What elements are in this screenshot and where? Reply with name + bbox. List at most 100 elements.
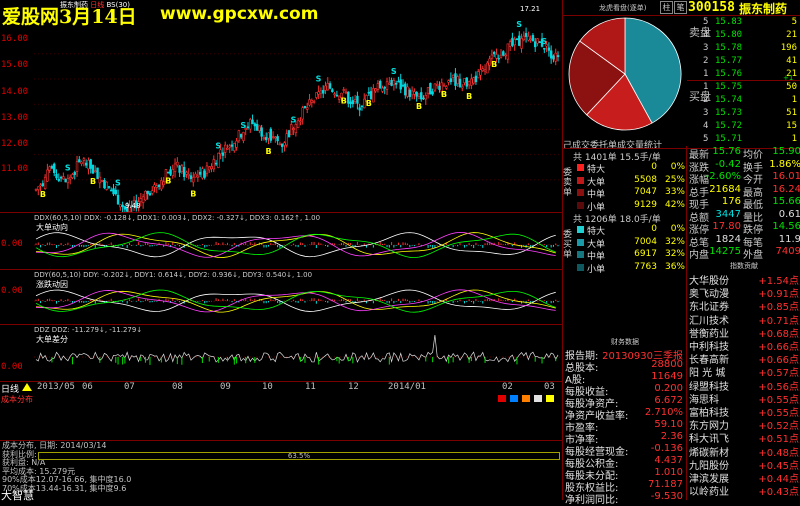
index-row[interactable]: 中利科技+0.66点: [687, 338, 800, 352]
tool-icon[interactable]: [534, 395, 542, 402]
triangle-icon: [22, 383, 32, 391]
tab-cost[interactable]: 成本分布: [1, 394, 33, 405]
candle-body: [377, 84, 379, 90]
tool-icon[interactable]: [546, 395, 554, 402]
index-row[interactable]: 汇川技术+0.71点: [687, 312, 800, 326]
candle-body: [532, 35, 534, 41]
candle-body: [491, 55, 493, 58]
order-row[interactable]: 515.711: [703, 134, 800, 147]
candle-body: [85, 163, 87, 165]
order-row[interactable]: 415.7215: [703, 121, 800, 134]
candlestick-chart[interactable]: BSBSBBBSSBSSBBSBBBBSS: [0, 0, 562, 212]
candle-body: [236, 141, 238, 147]
candle-body: [359, 108, 361, 110]
chart-area[interactable]: 爱股网3月14日 www.gpcxw.com 振东制药 日线 BS(30) BS…: [0, 0, 562, 500]
candle-body: [186, 172, 188, 174]
buy-signal: B: [416, 102, 422, 111]
index-row[interactable]: 东北证券+0.85点: [687, 298, 800, 312]
candle-body: [290, 124, 292, 134]
candle-body: [35, 189, 37, 190]
order-row[interactable]: 315.78196: [703, 43, 800, 56]
candle-body: [286, 134, 288, 145]
index-row[interactable]: 长春高新+0.66点: [687, 351, 800, 365]
profit-percent: 63.5%: [39, 452, 559, 460]
tool-icon[interactable]: [522, 395, 530, 402]
order-row[interactable]: 115.7550: [703, 82, 800, 95]
candle-body: [240, 134, 242, 137]
order-level: 2: [703, 56, 708, 66]
y-tick: 14.00: [1, 87, 28, 97]
stats-pct: 32%: [665, 237, 685, 247]
candle-body: [179, 166, 181, 173]
candle-body: [288, 131, 290, 137]
tool-icon[interactable]: [510, 395, 518, 402]
candle-body: [302, 108, 304, 119]
candle-body: [386, 82, 388, 90]
candle-body: [372, 88, 374, 102]
candle-body: [514, 39, 516, 44]
candle-body: [208, 167, 210, 170]
index-row[interactable]: 大华股份+1.54点: [687, 272, 800, 286]
order-row[interactable]: 215.741: [703, 95, 800, 108]
order-row[interactable]: 515.835: [703, 17, 800, 30]
candle-body: [101, 180, 103, 181]
candle-body: [370, 91, 372, 98]
index-row[interactable]: 津滨发展+0.44点: [687, 470, 800, 484]
tab-stroke[interactable]: 笔: [674, 1, 687, 14]
stats-pct: 42%: [665, 200, 685, 210]
x-tick: 2013/05: [37, 382, 75, 392]
candle-body: [416, 92, 418, 96]
y-tick: 15.00: [1, 60, 28, 70]
index-row[interactable]: 奥飞动漫+0.91点: [687, 285, 800, 299]
index-row[interactable]: 烯碳新材+0.48点: [687, 444, 800, 458]
quote-value: 176: [722, 196, 741, 207]
candle-body: [60, 177, 62, 178]
candle-body: [407, 87, 409, 96]
index-row[interactable]: 以岭药业+0.43点: [687, 483, 800, 497]
tab-bar[interactable]: 柱: [660, 1, 673, 14]
tool-icon[interactable]: [498, 395, 506, 402]
candle-body: [496, 54, 498, 58]
index-row[interactable]: 富柏科技+0.55点: [687, 404, 800, 418]
candle-body: [343, 90, 345, 91]
candle-body: [325, 86, 327, 90]
cost-tab-bar: 成本分布: [0, 394, 562, 404]
candle-body: [320, 91, 322, 93]
order-row[interactable]: 415.8021: [703, 30, 800, 43]
candle-body: [88, 160, 90, 169]
order-row[interactable]: 315.7351: [703, 108, 800, 121]
index-row[interactable]: 科大讯飞+0.51点: [687, 430, 800, 444]
fin-value: 1.010: [654, 467, 683, 478]
tab-dragon-tiger[interactable]: 龙虎看盘(逐单): [599, 3, 646, 13]
candle-body: [331, 90, 333, 92]
candle-body: [293, 129, 295, 130]
x-tick: 03: [544, 382, 555, 392]
index-row[interactable]: 绿盟科技+0.56点: [687, 378, 800, 392]
candle-body: [65, 179, 67, 182]
index-row[interactable]: 誉衡药业+0.68点: [687, 325, 800, 339]
candle-body: [220, 150, 222, 154]
stats-pct: 36%: [665, 262, 685, 272]
ddz-line: [36, 335, 558, 362]
candle-body: [395, 83, 397, 84]
candle-body: [279, 144, 281, 145]
candle-body: [224, 145, 226, 152]
candle-body: [468, 82, 470, 85]
order-row[interactable]: 215.7741: [703, 56, 800, 69]
order-volume: 5: [792, 17, 797, 27]
cost-distribution: 成本分布, 日期: 2014/03/14 获利比例: 获利盘: N/A 平均成本…: [0, 442, 562, 500]
index-row[interactable]: 东方网力+0.52点: [687, 417, 800, 431]
index-row[interactable]: 阳 光 城+0.57点: [687, 364, 800, 378]
index-row[interactable]: 九阳股份+0.45点: [687, 457, 800, 471]
candle-body: [537, 39, 539, 44]
candle-body: [404, 84, 406, 95]
order-price: 15.83: [715, 17, 742, 27]
candle-body: [72, 174, 74, 177]
stats-label: 小单: [587, 262, 605, 275]
candle-body: [464, 78, 466, 82]
candle-body: [548, 48, 550, 51]
index-row[interactable]: 海思科+0.55点: [687, 391, 800, 405]
stock-name: 振东制药: [739, 0, 787, 17]
stats-pct: 33%: [665, 187, 685, 197]
candle-body: [258, 126, 260, 131]
